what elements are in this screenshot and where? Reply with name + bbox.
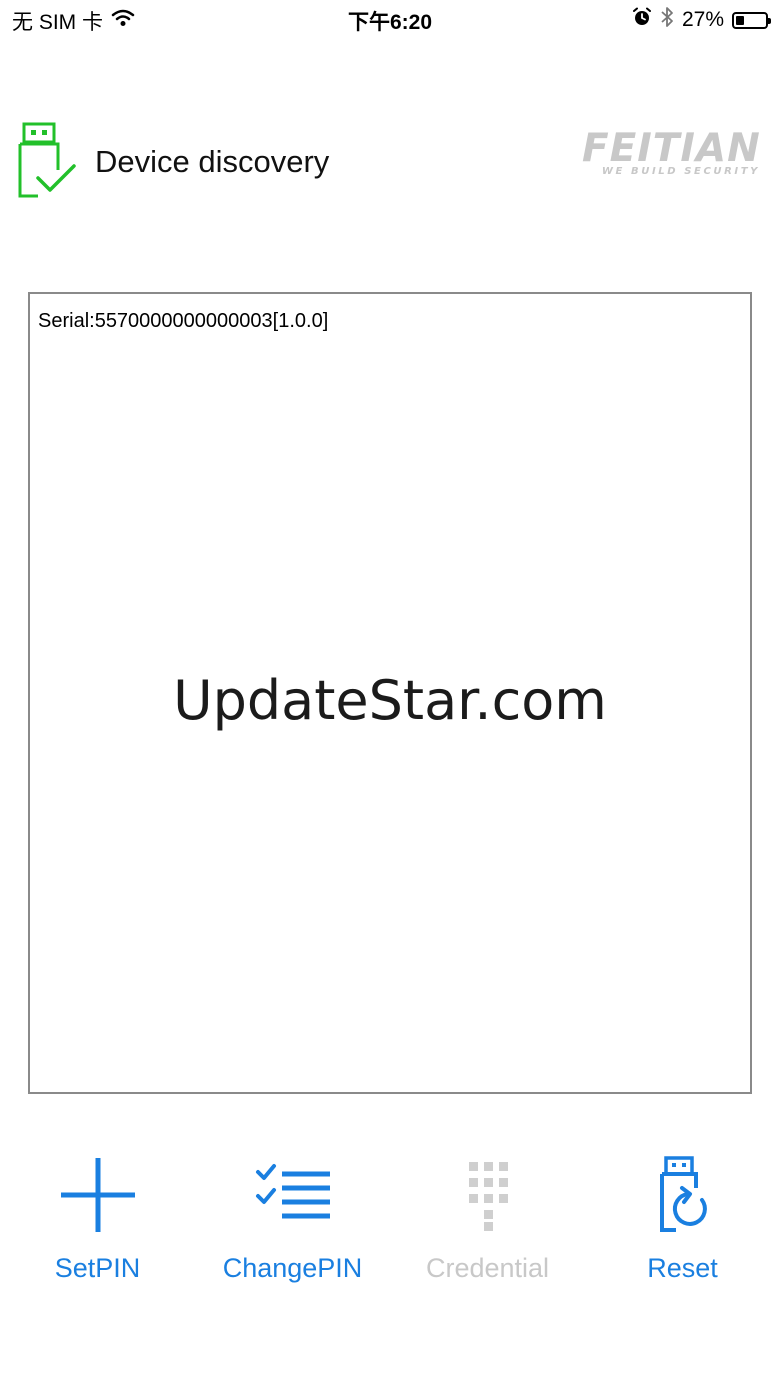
bottom-toolbar: SetPIN ChangePIN Credential Reset (0, 1150, 780, 1300)
checklist-icon (252, 1152, 334, 1238)
credential-label: Credential (425, 1253, 550, 1283)
brand-name: FEITIAN (582, 126, 761, 171)
battery-icon (732, 11, 771, 29)
keypad-icon (447, 1152, 529, 1238)
reset-label: Reset (647, 1253, 718, 1283)
battery-percent: 27% (681, 8, 724, 31)
brand-tagline: WE BUILD SECURITY (601, 166, 760, 177)
usb-reset-icon (642, 1152, 724, 1238)
credential-button[interactable]: Credential (390, 1150, 585, 1300)
bluetooth-icon (660, 6, 674, 34)
log-output-box[interactable]: Serial:5570000000000003[1.0.0] UpdateSta… (28, 292, 752, 1094)
battery-fill (736, 15, 744, 25)
usb-device-check-icon (16, 122, 80, 200)
changepin-button[interactable]: ChangePIN (195, 1150, 390, 1300)
brand-logo: FEITIAN WE BUILD SECURITY (582, 126, 761, 180)
header: Device discovery FEITIAN WE BUILD SECURI… (0, 110, 780, 210)
status-right: 27% (632, 6, 771, 34)
plus-icon (57, 1152, 139, 1238)
changepin-label: ChangePIN (222, 1253, 363, 1283)
page-title: Device discovery (95, 144, 330, 179)
setpin-label: SetPIN (54, 1253, 141, 1283)
serial-line: Serial:5570000000000003[1.0.0] (38, 310, 329, 332)
status-bar: 无 SIM 卡 下午6:20 27% (0, 0, 780, 40)
watermark: UpdateStar.com (173, 669, 607, 732)
setpin-button[interactable]: SetPIN (0, 1150, 195, 1300)
alarm-icon (632, 7, 652, 33)
reset-button[interactable]: Reset (585, 1150, 780, 1300)
